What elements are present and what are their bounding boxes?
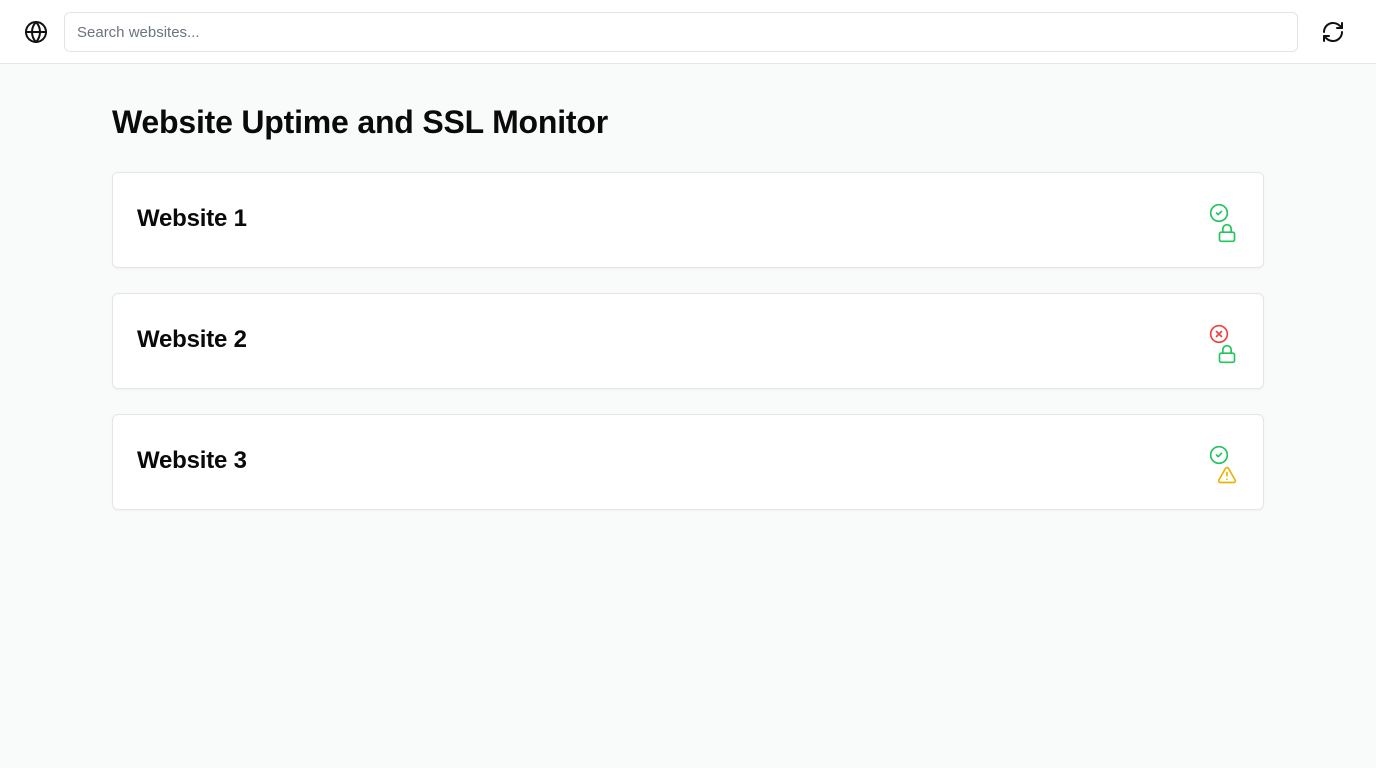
search-input[interactable] (64, 12, 1298, 52)
check-circle-icon (1209, 445, 1229, 465)
lock-icon (1217, 344, 1237, 364)
site-name: Website 2 (137, 326, 247, 353)
globe-icon (24, 20, 48, 44)
site-card[interactable]: Website 2 (112, 293, 1264, 389)
site-list: Website 1 Website 2 Website 3 (112, 172, 1264, 510)
site-name: Website 1 (137, 205, 247, 232)
x-circle-icon (1209, 324, 1229, 344)
top-bar (0, 0, 1376, 64)
main-content: Website Uptime and SSL Monitor Website 1 (112, 64, 1264, 535)
site-card[interactable]: Website 1 (112, 172, 1264, 268)
site-name: Website 3 (137, 447, 247, 474)
check-circle-icon (1209, 203, 1229, 223)
site-card[interactable]: Website 3 (112, 414, 1264, 510)
refresh-button[interactable] (1316, 14, 1350, 50)
status-icons (1209, 324, 1239, 364)
refresh-icon (1321, 20, 1345, 44)
warning-triangle-icon (1217, 465, 1237, 485)
page-title: Website Uptime and SSL Monitor (112, 104, 608, 140)
status-icons (1209, 445, 1239, 485)
lock-icon (1217, 223, 1237, 243)
status-icons (1209, 203, 1239, 243)
